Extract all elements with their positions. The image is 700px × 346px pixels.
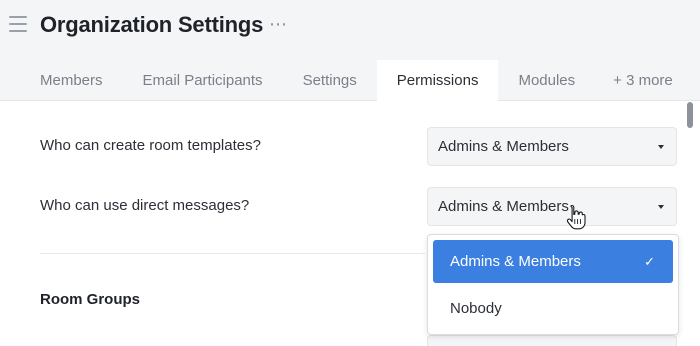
tab-settings[interactable]: Settings bbox=[283, 60, 377, 101]
room-templates-value: Admins & Members bbox=[438, 138, 569, 155]
caret-down-icon bbox=[658, 145, 664, 149]
tab-modules[interactable]: Modules bbox=[498, 60, 595, 101]
header-bar: Organization Settings ⋯ Members Email Pa… bbox=[0, 0, 700, 102]
scrollbar-thumb[interactable] bbox=[687, 102, 693, 128]
more-options-icon[interactable]: ⋯ bbox=[269, 14, 288, 35]
room-templates-label: Who can create room templates? bbox=[40, 137, 261, 154]
check-icon: ✓ bbox=[644, 254, 655, 269]
room-groups-heading: Room Groups bbox=[40, 291, 140, 308]
dropdown-option-admins-members[interactable]: Admins & Members ✓ bbox=[433, 240, 673, 283]
direct-messages-dropdown-menu: Admins & Members ✓ Nobody bbox=[427, 234, 679, 335]
dropdown-option-nobody[interactable]: Nobody bbox=[433, 287, 673, 330]
page-title: Organization Settings bbox=[40, 12, 264, 37]
direct-messages-value: Admins & Members bbox=[438, 198, 569, 215]
option-label: Admins & Members bbox=[450, 253, 581, 270]
tab-more[interactable]: + 3 more bbox=[595, 60, 691, 101]
section-divider bbox=[40, 253, 425, 254]
direct-messages-select[interactable]: Admins & Members bbox=[427, 187, 677, 226]
option-label: Nobody bbox=[450, 300, 502, 317]
hamburger-menu-icon[interactable] bbox=[9, 16, 27, 34]
room-templates-select[interactable]: Admins & Members bbox=[427, 127, 677, 166]
caret-down-icon bbox=[658, 205, 664, 209]
tab-permissions[interactable]: Permissions bbox=[376, 60, 499, 102]
room-groups-select[interactable] bbox=[427, 335, 677, 346]
tab-members[interactable]: Members bbox=[20, 60, 123, 101]
direct-messages-label: Who can use direct messages? bbox=[40, 197, 250, 214]
tab-email-participants[interactable]: Email Participants bbox=[123, 60, 283, 101]
settings-tabs: Members Email Participants Settings Perm… bbox=[20, 60, 691, 102]
